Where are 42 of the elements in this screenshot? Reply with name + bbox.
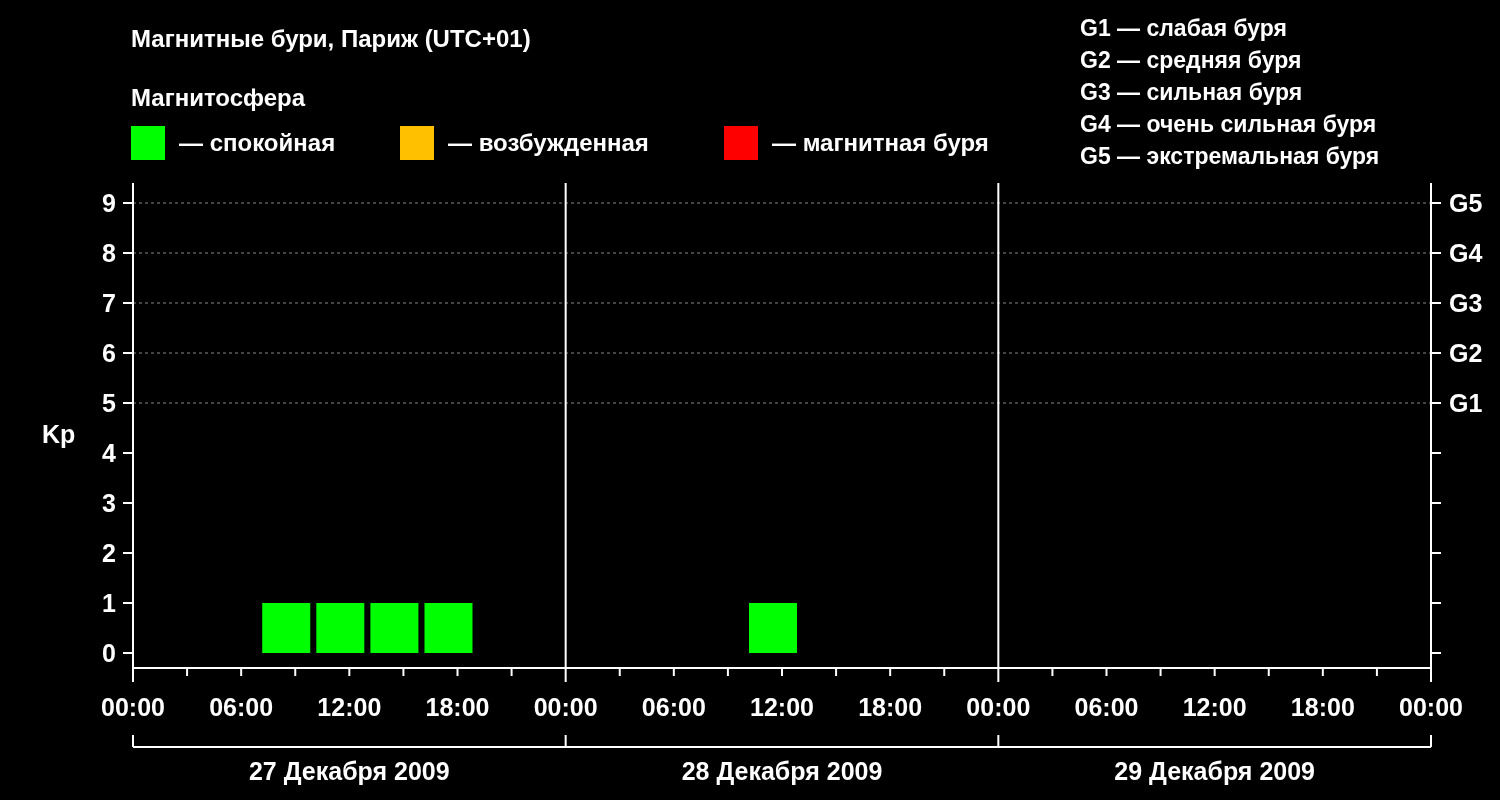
x-tick-label: 12:00 — [317, 693, 382, 721]
x-tick-label: 00:00 — [1399, 693, 1463, 721]
scale-description: G4 — очень сильная буря — [1080, 110, 1378, 139]
y-tick-label: 3 — [102, 489, 116, 517]
y-tick-label: 2 — [102, 539, 116, 567]
scale-description: G5 — экстремальная буря — [1080, 142, 1381, 171]
date-label: 29 Декабря 2009 — [1114, 757, 1316, 785]
chart-title: Магнитные бури, Париж (UTC+01) — [131, 24, 532, 54]
x-tick-label: 00:00 — [966, 693, 1031, 721]
storm-level-label: G4 — [1449, 239, 1483, 267]
storm-level-label: G1 — [1449, 389, 1483, 417]
storm-level-label: G3 — [1449, 289, 1483, 317]
scale-description: G2 — средняя буря — [1080, 46, 1303, 75]
storm-level-label: G5 — [1449, 189, 1483, 217]
y-tick-label: 1 — [102, 589, 116, 617]
x-tick-label: 18:00 — [425, 693, 490, 721]
x-tick-label: 06:00 — [1074, 693, 1139, 721]
scale-description: G3 — сильная буря — [1080, 78, 1304, 107]
legend-label: — магнитная буря — [772, 129, 989, 157]
scale-description: G1 — слабая буря — [1080, 14, 1289, 43]
y-tick-label: 0 — [102, 639, 116, 667]
y-tick-label: 7 — [102, 289, 116, 317]
y-axis-label: Kp — [42, 420, 76, 448]
x-tick-label: 06:00 — [209, 693, 274, 721]
x-tick-label: 00:00 — [533, 693, 598, 721]
x-tick-label: 12:00 — [750, 693, 814, 721]
date-label: 28 Декабря 2009 — [681, 757, 883, 785]
legend-title: Магнитосфера — [131, 83, 307, 113]
x-tick-label: 06:00 — [641, 693, 706, 721]
legend-label: — спокойная — [179, 129, 336, 157]
y-tick-label: 4 — [102, 439, 116, 467]
y-tick-label: 9 — [102, 189, 116, 217]
y-tick-label: 5 — [102, 389, 116, 417]
legend-label: — возбужденная — [448, 129, 649, 157]
date-label: 27 Декабря 2009 — [248, 757, 450, 785]
y-tick-label: 8 — [102, 239, 116, 267]
y-tick-label: 6 — [102, 339, 116, 367]
x-tick-label: 18:00 — [858, 693, 923, 721]
x-tick-label: 18:00 — [1290, 693, 1355, 721]
x-tick-label: 00:00 — [101, 693, 165, 721]
storm-level-label: G2 — [1449, 339, 1483, 367]
x-tick-label: 12:00 — [1182, 693, 1247, 721]
